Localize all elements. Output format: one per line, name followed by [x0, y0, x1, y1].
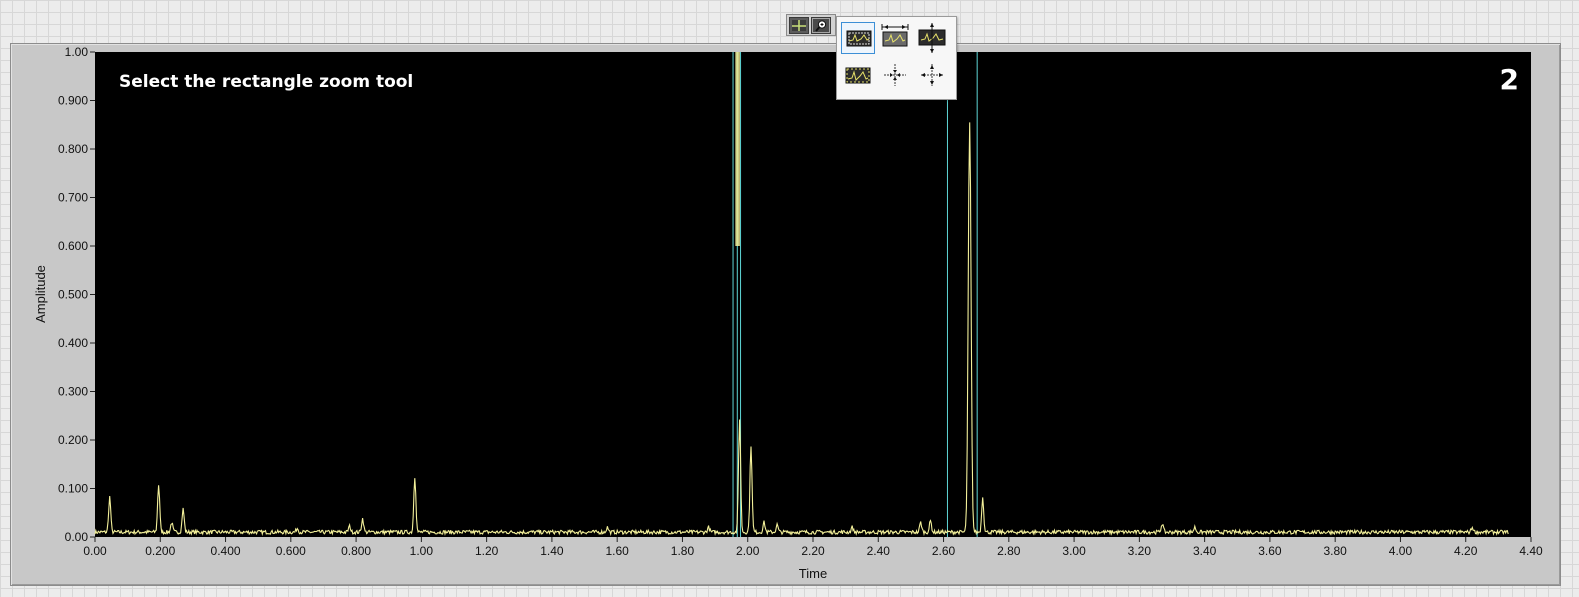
x-tick-label: 2.00 — [736, 544, 760, 558]
zoom-out-point-icon — [921, 64, 943, 86]
cursor-move-tool-button[interactable] — [789, 17, 809, 34]
x-tick-label: 1.00 — [410, 544, 434, 558]
x-tick-label: 2.20 — [801, 544, 825, 558]
zoom-options-palette — [836, 16, 957, 100]
x-tick-label: 0.400 — [211, 544, 241, 558]
x-tick-label: 0.00 — [83, 544, 107, 558]
zoom-to-fit-option[interactable] — [841, 59, 875, 91]
rectangle-zoom-option[interactable] — [841, 22, 875, 54]
x-zoom-icon — [881, 24, 909, 47]
x-tick-label: 3.80 — [1324, 544, 1348, 558]
y-tick-label: 0.300 — [58, 385, 88, 399]
waveform-graph: 0.00 0.100 0.200 0.300 0.400 0.500 0.600 0.700 0… — [10, 43, 1561, 586]
y-tick-label: 0.500 — [58, 288, 88, 302]
x-tick-label: 0.200 — [145, 544, 175, 558]
cursor-band — [735, 52, 740, 246]
y-zoom-icon — [918, 23, 946, 53]
x-tick-label: 1.20 — [475, 544, 499, 558]
x-axis-label: Time — [799, 566, 827, 581]
x-tick-label: 2.60 — [932, 544, 956, 558]
zoom-out-point-option[interactable] — [915, 59, 949, 91]
x-tick-label: 4.20 — [1454, 544, 1478, 558]
y-axis-ticks: 0.00 0.100 0.200 0.300 0.400 0.500 0.600 0.700 0… — [58, 45, 95, 544]
x-tick-label: 1.40 — [540, 544, 564, 558]
plot-area[interactable] — [95, 52, 1531, 537]
graph-palette-toolbar — [786, 14, 836, 36]
x-tick-label: 3.40 — [1193, 544, 1217, 558]
x-zoom-option[interactable] — [878, 22, 912, 54]
x-tick-label: 0.800 — [341, 544, 371, 558]
zoom-in-point-option[interactable] — [878, 59, 912, 91]
zoom-to-fit-icon — [845, 67, 871, 84]
y-tick-label: 0.100 — [58, 482, 88, 496]
magnifier-icon — [813, 19, 829, 32]
x-tick-label: 3.60 — [1258, 544, 1282, 558]
y-tick-label: 0.400 — [58, 336, 88, 350]
x-tick-label: 0.600 — [276, 544, 306, 558]
y-zoom-option[interactable] — [915, 22, 949, 54]
y-tick-label: 0.200 — [58, 433, 88, 447]
x-tick-label: 2.80 — [997, 544, 1021, 558]
y-tick-label: 0.00 — [65, 530, 89, 544]
waveform-chart: 0.00 0.100 0.200 0.300 0.400 0.500 0.600 0.700 0… — [33, 45, 1543, 581]
y-tick-label: 0.900 — [58, 94, 88, 108]
y-tick-label: 1.00 — [65, 45, 89, 59]
x-tick-label: 4.40 — [1519, 544, 1543, 558]
y-axis-label: Amplitude — [33, 265, 48, 323]
y-tick-label: 0.800 — [58, 142, 88, 156]
x-tick-label: 1.60 — [606, 544, 630, 558]
step-number: 2 — [1500, 63, 1519, 96]
y-tick-label: 0.700 — [58, 191, 88, 205]
x-tick-label: 4.00 — [1389, 544, 1413, 558]
x-tick-label: 3.00 — [1062, 544, 1086, 558]
instruction-overlay: Select the rectangle zoom tool — [119, 72, 413, 92]
crosshair-icon — [792, 20, 806, 31]
y-tick-label: 0.600 — [58, 239, 88, 253]
zoom-in-point-icon — [884, 64, 906, 86]
x-tick-label: 1.80 — [671, 544, 695, 558]
rectangle-zoom-icon — [846, 30, 872, 47]
zoom-tool-button[interactable] — [811, 17, 831, 34]
x-tick-label: 2.40 — [867, 544, 891, 558]
x-tick-label: 3.20 — [1128, 544, 1152, 558]
x-axis-ticks: 0.00 0.200 0.400 0.600 0.800 1.00 1.20 1.40 1.60… — [83, 537, 1543, 558]
